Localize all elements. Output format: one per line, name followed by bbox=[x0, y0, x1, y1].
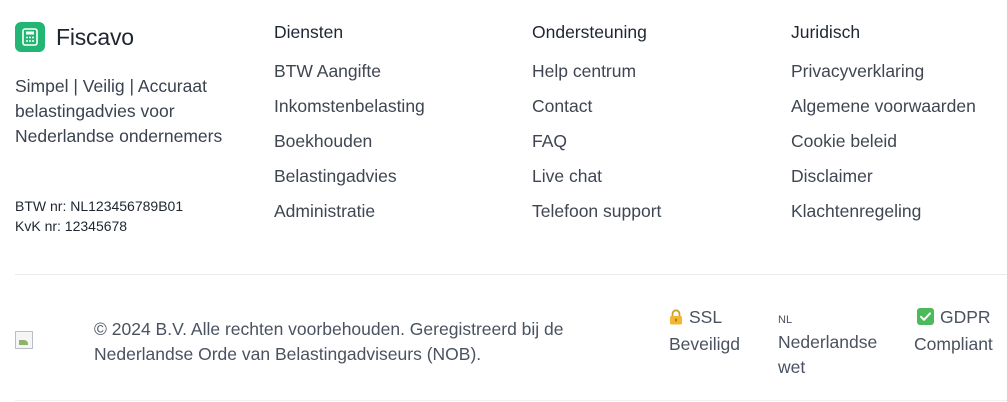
footer-link-help-centrum[interactable]: Help centrum bbox=[532, 60, 661, 95]
copyright-text: © 2024 B.V. Alle rechten voorbehouden. G… bbox=[94, 319, 564, 364]
ssl-badge: SSL Beveiligd bbox=[669, 305, 740, 357]
footer-column-ondersteuning: Ondersteuning Help centrum Contact FAQ L… bbox=[532, 21, 661, 235]
ssl-sublabel: Beveiligd bbox=[669, 334, 741, 354]
site-footer: Fiscavo Simpel | Veilig | Accuraat belas… bbox=[0, 0, 1007, 402]
gdpr-label: GDPR bbox=[940, 307, 991, 327]
footer-link-administratie[interactable]: Administratie bbox=[274, 200, 425, 235]
footer-link-inkomstenbelasting[interactable]: Inkomstenbelasting bbox=[274, 95, 425, 130]
footer-link-privacyverklaring[interactable]: Privacyverklaring bbox=[791, 60, 976, 95]
column-title: Ondersteuning bbox=[532, 22, 647, 42]
footer-link-algemene-voorwaarden[interactable]: Algemene voorwaarden bbox=[791, 95, 976, 130]
footer-link-klachtenregeling[interactable]: Klachtenregeling bbox=[791, 200, 976, 235]
btw-number: BTW nr: NL123456789B01 bbox=[15, 198, 184, 214]
footer-link-cookie-beleid[interactable]: Cookie beleid bbox=[791, 130, 976, 165]
kvk-number: KvK nr: 12345678 bbox=[15, 218, 128, 234]
footer-link-telefoon-support[interactable]: Telefoon support bbox=[532, 200, 661, 235]
brand-name: Fiscavo bbox=[56, 23, 134, 50]
footer-divider bbox=[15, 274, 1007, 275]
footer-column-juridisch: Juridisch Privacyverklaring Algemene voo… bbox=[791, 21, 976, 235]
nl-country-code: NL bbox=[778, 314, 793, 326]
footer-link-boekhouden[interactable]: Boekhouden bbox=[274, 130, 425, 165]
footer-link-disclaimer[interactable]: Disclaimer bbox=[791, 165, 976, 200]
dutch-law-sublabel: wet bbox=[778, 357, 806, 377]
column-title: Juridisch bbox=[791, 22, 861, 42]
column-title: Diensten bbox=[274, 22, 344, 42]
footer-link-contact[interactable]: Contact bbox=[532, 95, 661, 130]
footer-link-faq[interactable]: FAQ bbox=[532, 130, 661, 165]
footer-link-btw-aangifte[interactable]: BTW Aangifte bbox=[274, 60, 425, 95]
footer-bottom-divider bbox=[15, 400, 1007, 401]
ssl-label: SSL bbox=[689, 307, 723, 327]
footer-link-belastingadvies[interactable]: Belastingadvies bbox=[274, 165, 425, 200]
footer-column-diensten: Diensten BTW Aangifte Inkomstenbelasting… bbox=[274, 21, 425, 235]
registration-info: BTW nr: NL123456789B01 KvK nr: 12345678 bbox=[15, 196, 183, 236]
gdpr-sublabel: Compliant bbox=[914, 334, 993, 354]
gdpr-badge: GDPR Compliant bbox=[914, 305, 993, 357]
broken-image-icon bbox=[15, 331, 33, 349]
calculator-icon bbox=[15, 22, 45, 52]
dutch-law-badge: NL Nederlandse wet bbox=[778, 305, 877, 380]
check-icon bbox=[917, 307, 934, 332]
brand-tagline: Simpel | Veilig | Accuraat belastingadvi… bbox=[15, 76, 223, 146]
footer-link-live-chat[interactable]: Live chat bbox=[532, 165, 661, 200]
dutch-law-label: Nederlandse bbox=[778, 332, 878, 352]
brand-logo-link[interactable]: Fiscavo bbox=[15, 22, 134, 52]
lock-icon bbox=[669, 307, 683, 332]
